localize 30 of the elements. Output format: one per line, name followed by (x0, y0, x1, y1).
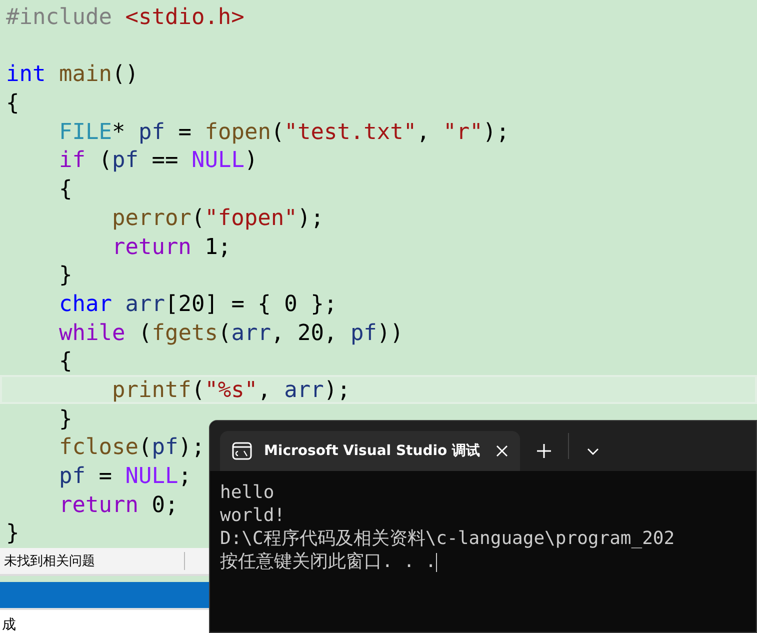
console-line: hello (220, 481, 276, 504)
chevron-down-icon[interactable] (587, 448, 599, 454)
terminal-icon (232, 442, 252, 460)
console-line: D:\C程序代码及相关资料\c-language\program_202 (220, 527, 676, 550)
output-status: 成 (1, 616, 16, 633)
console-tab[interactable]: Microsoft Visual Studio 调试 (220, 431, 520, 471)
code-line: return 1; (110, 234, 232, 262)
code-line: } (58, 262, 72, 290)
tab-title: Microsoft Visual Studio 调试 (264, 442, 482, 460)
error-list-status: 未找到相关问题 (0, 552, 185, 570)
code-line: printf("%s", arr); (110, 376, 350, 405)
close-icon[interactable] (496, 445, 508, 457)
code-line: #include <stdio.h> (6, 4, 244, 32)
code-line: while (fgets(arr, 20, pf)) (58, 320, 404, 348)
code-line: return 0; (58, 492, 178, 520)
code-line: int main() (6, 61, 138, 90)
code-line: pf = NULL; (58, 463, 192, 491)
code-line: perror("fopen"); (110, 204, 324, 233)
code-line: { (58, 176, 72, 204)
code-line: { (6, 90, 20, 118)
code-line: } (58, 406, 72, 434)
code-line: FILE* pf = fopen("test.txt", "r"); (58, 118, 510, 147)
console-line: world! (220, 504, 286, 527)
code-line: if (pf == NULL) (58, 147, 258, 176)
code-line: fclose(pf); (58, 434, 205, 462)
plus-icon[interactable] (537, 444, 551, 458)
code-line: char arr[20] = { 0 }; (58, 290, 338, 319)
code-line: { (58, 348, 72, 376)
code-line: } (6, 520, 20, 548)
console-line: 按任意键关闭此窗口. . . (220, 550, 438, 573)
